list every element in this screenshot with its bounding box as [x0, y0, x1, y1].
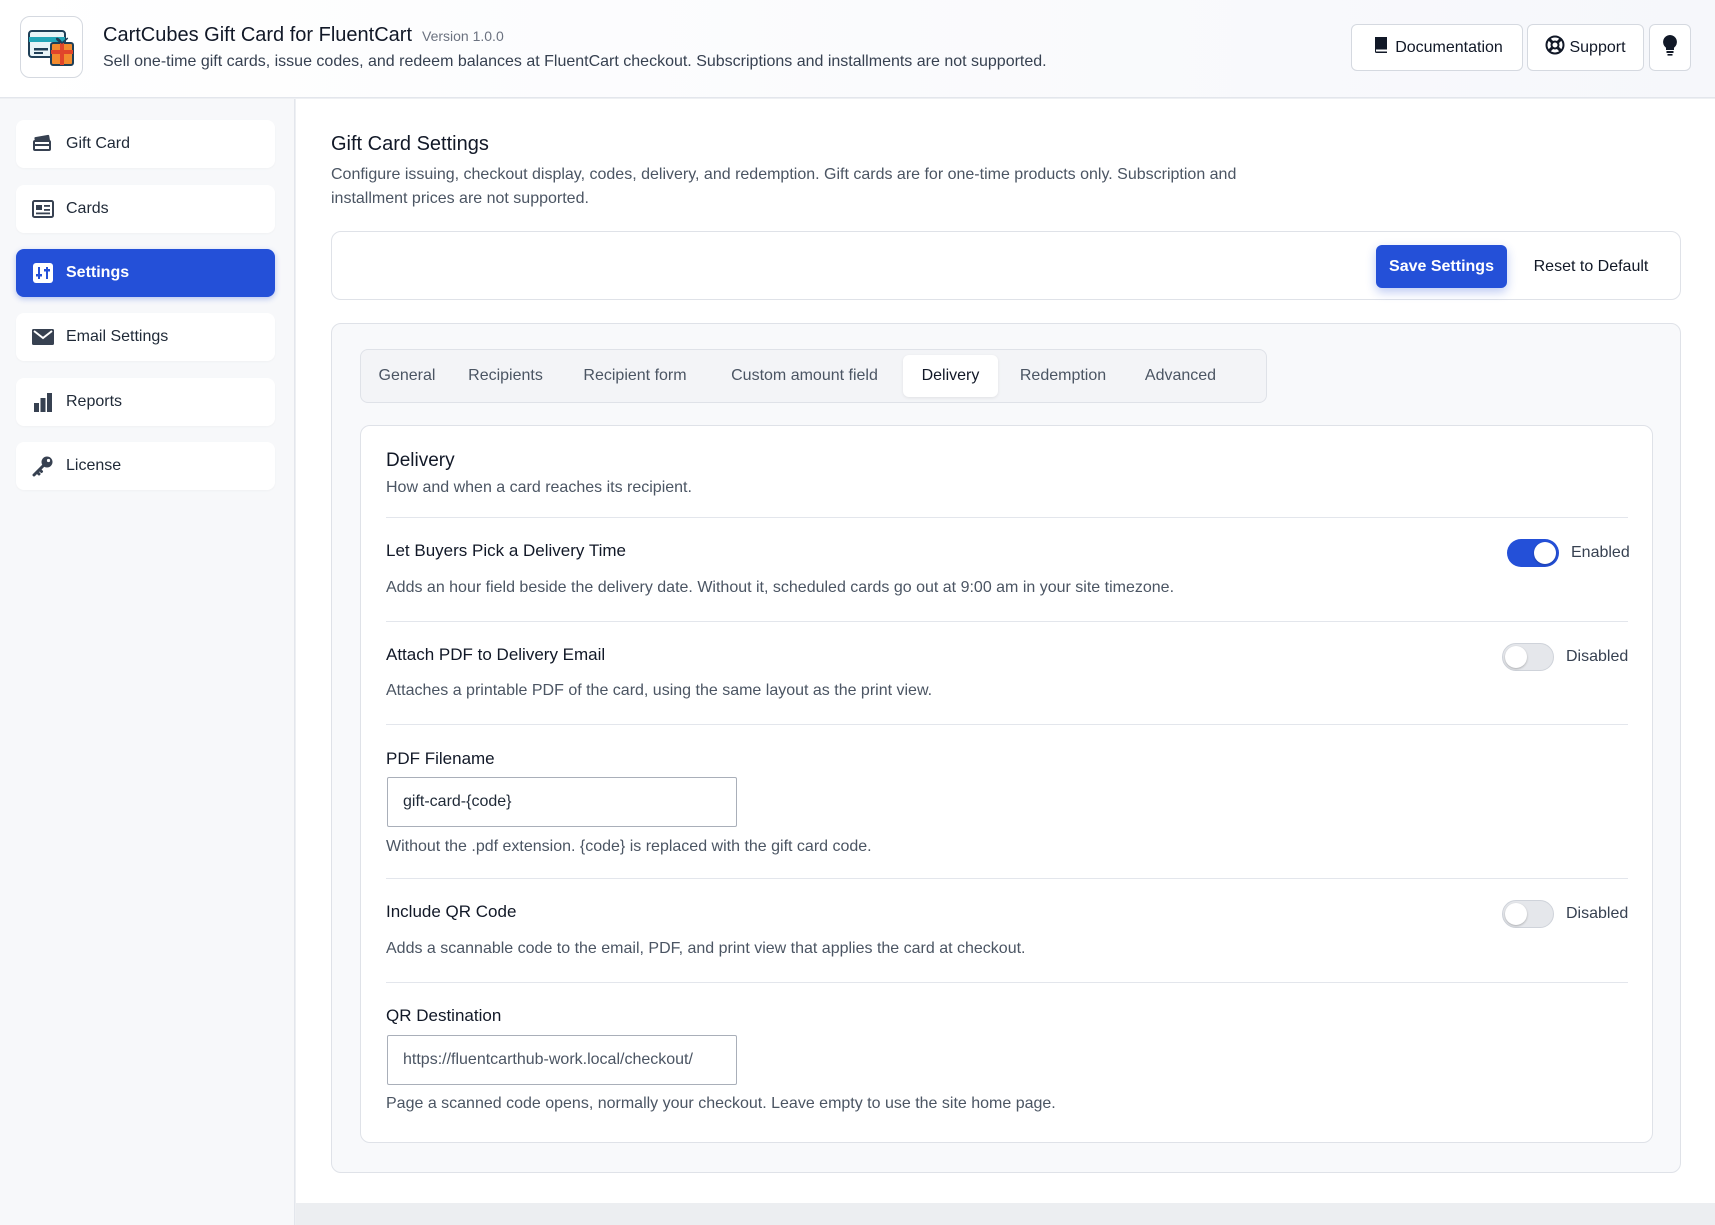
tab-general[interactable]: General [367, 355, 447, 397]
divider [386, 724, 1628, 725]
toggle-state-label: Disabled [1566, 905, 1629, 922]
sidebar-item-label: Email Settings [66, 328, 169, 345]
gift-card-stack-icon [32, 133, 54, 155]
sidebar-item-label: Settings [66, 264, 130, 281]
footer-strip [296, 1203, 1715, 1225]
reset-to-default-button[interactable]: Reset to Default [1516, 245, 1666, 288]
divider [386, 621, 1628, 622]
support-label: Support [1569, 38, 1626, 56]
documentation-label: Documentation [1395, 38, 1503, 56]
settings-panel: General Recipients Recipient form Custom… [331, 323, 1681, 1173]
save-settings-button[interactable]: Save Settings [1376, 245, 1507, 288]
key-icon [32, 455, 54, 477]
sidebar-item-cards[interactable]: Cards [16, 185, 275, 233]
id-card-icon [32, 198, 54, 220]
tab-recipient-form[interactable]: Recipient form [564, 355, 706, 397]
pdf-filename-label: PDF Filename [386, 749, 495, 768]
qr-destination-label: QR Destination [386, 1006, 502, 1025]
toggle-knob [1534, 542, 1556, 564]
toggle-knob [1505, 903, 1527, 925]
pick-delivery-time-label: Let Buyers Pick a Delivery Time [386, 541, 626, 560]
sliders-icon [32, 262, 54, 284]
include-qr-code-label: Include QR Code [386, 902, 517, 921]
pick-delivery-time-toggle-group: Enabled [1507, 539, 1630, 567]
section-title: Delivery [386, 450, 455, 471]
sidebar-item-label: Gift Card [66, 135, 131, 152]
support-button[interactable]: Support [1527, 24, 1644, 71]
app-version: Version 1.0.0 [422, 28, 504, 44]
top-header: CartCubes Gift Card for FluentCart Versi… [0, 0, 1715, 98]
pick-delivery-time-toggle[interactable] [1507, 539, 1559, 567]
divider [386, 982, 1628, 983]
qr-destination-help: Page a scanned code opens, normally your… [386, 1095, 1056, 1112]
sidebar-item-email-settings[interactable]: Email Settings [16, 313, 275, 361]
include-qr-code-toggle[interactable] [1502, 900, 1554, 928]
toggle-state-label: Enabled [1571, 544, 1630, 561]
pdf-filename-help: Without the .pdf extension. {code} is re… [386, 838, 872, 855]
divider [386, 878, 1628, 879]
book-icon [1371, 35, 1391, 60]
delivery-card: Delivery How and when a card reaches its… [360, 425, 1653, 1143]
toggle-state-label: Disabled [1566, 648, 1629, 665]
page-title: Gift Card Settings [331, 133, 489, 155]
tab-custom-amount-field[interactable]: Custom amount field [712, 355, 897, 397]
page-description: Configure issuing, checkout display, cod… [331, 166, 1237, 207]
divider [386, 517, 1628, 518]
pick-delivery-time-help: Adds an hour field beside the delivery d… [386, 579, 1175, 596]
sidebar-item-settings[interactable]: Settings [16, 249, 275, 297]
tab-advanced[interactable]: Advanced [1128, 355, 1233, 397]
app-logo [20, 16, 83, 78]
main-content: Gift Card Settings Configure issuing, ch… [296, 99, 1715, 1203]
sidebar-item-gift-card[interactable]: Gift Card [16, 120, 275, 168]
lightbulb-icon [1661, 34, 1679, 61]
attach-pdf-toggle-group: Disabled [1502, 643, 1628, 671]
app-description: Sell one-time gift cards, issue codes, a… [103, 53, 1047, 70]
sidebar-item-reports[interactable]: Reports [16, 378, 275, 426]
tab-recipients[interactable]: Recipients [453, 355, 558, 397]
lifebuoy-icon [1545, 35, 1565, 60]
include-qr-code-help: Adds a scannable code to the email, PDF,… [386, 940, 1026, 957]
attach-pdf-label: Attach PDF to Delivery Email [386, 645, 606, 664]
envelope-icon [32, 326, 54, 348]
toggle-knob [1505, 646, 1527, 668]
app-title: CartCubes Gift Card for FluentCart [103, 24, 412, 46]
settings-tabs: General Recipients Recipient form Custom… [360, 349, 1267, 403]
theme-toggle-button[interactable] [1649, 24, 1691, 71]
sidebar-item-license[interactable]: License [16, 442, 275, 490]
include-qr-code-toggle-group: Disabled [1502, 900, 1628, 928]
tab-redemption[interactable]: Redemption [1004, 355, 1122, 397]
attach-pdf-help: Attaches a printable PDF of the card, us… [386, 682, 933, 699]
pdf-filename-input[interactable] [387, 777, 737, 827]
documentation-button[interactable]: Documentation [1351, 24, 1523, 71]
tab-delivery[interactable]: Delivery [903, 355, 998, 397]
attach-pdf-toggle[interactable] [1502, 643, 1554, 671]
section-subtitle: How and when a card reaches its recipien… [386, 479, 692, 496]
sidebar-item-label: License [66, 457, 122, 474]
sidebar: Gift Card Cards Settings Email Settings … [0, 99, 295, 1225]
bar-chart-icon [32, 391, 54, 413]
sidebar-item-label: Cards [66, 200, 109, 217]
sidebar-item-label: Reports [66, 393, 123, 410]
action-bar: Save Settings Reset to Default [331, 231, 1681, 300]
qr-destination-input[interactable] [387, 1035, 737, 1085]
